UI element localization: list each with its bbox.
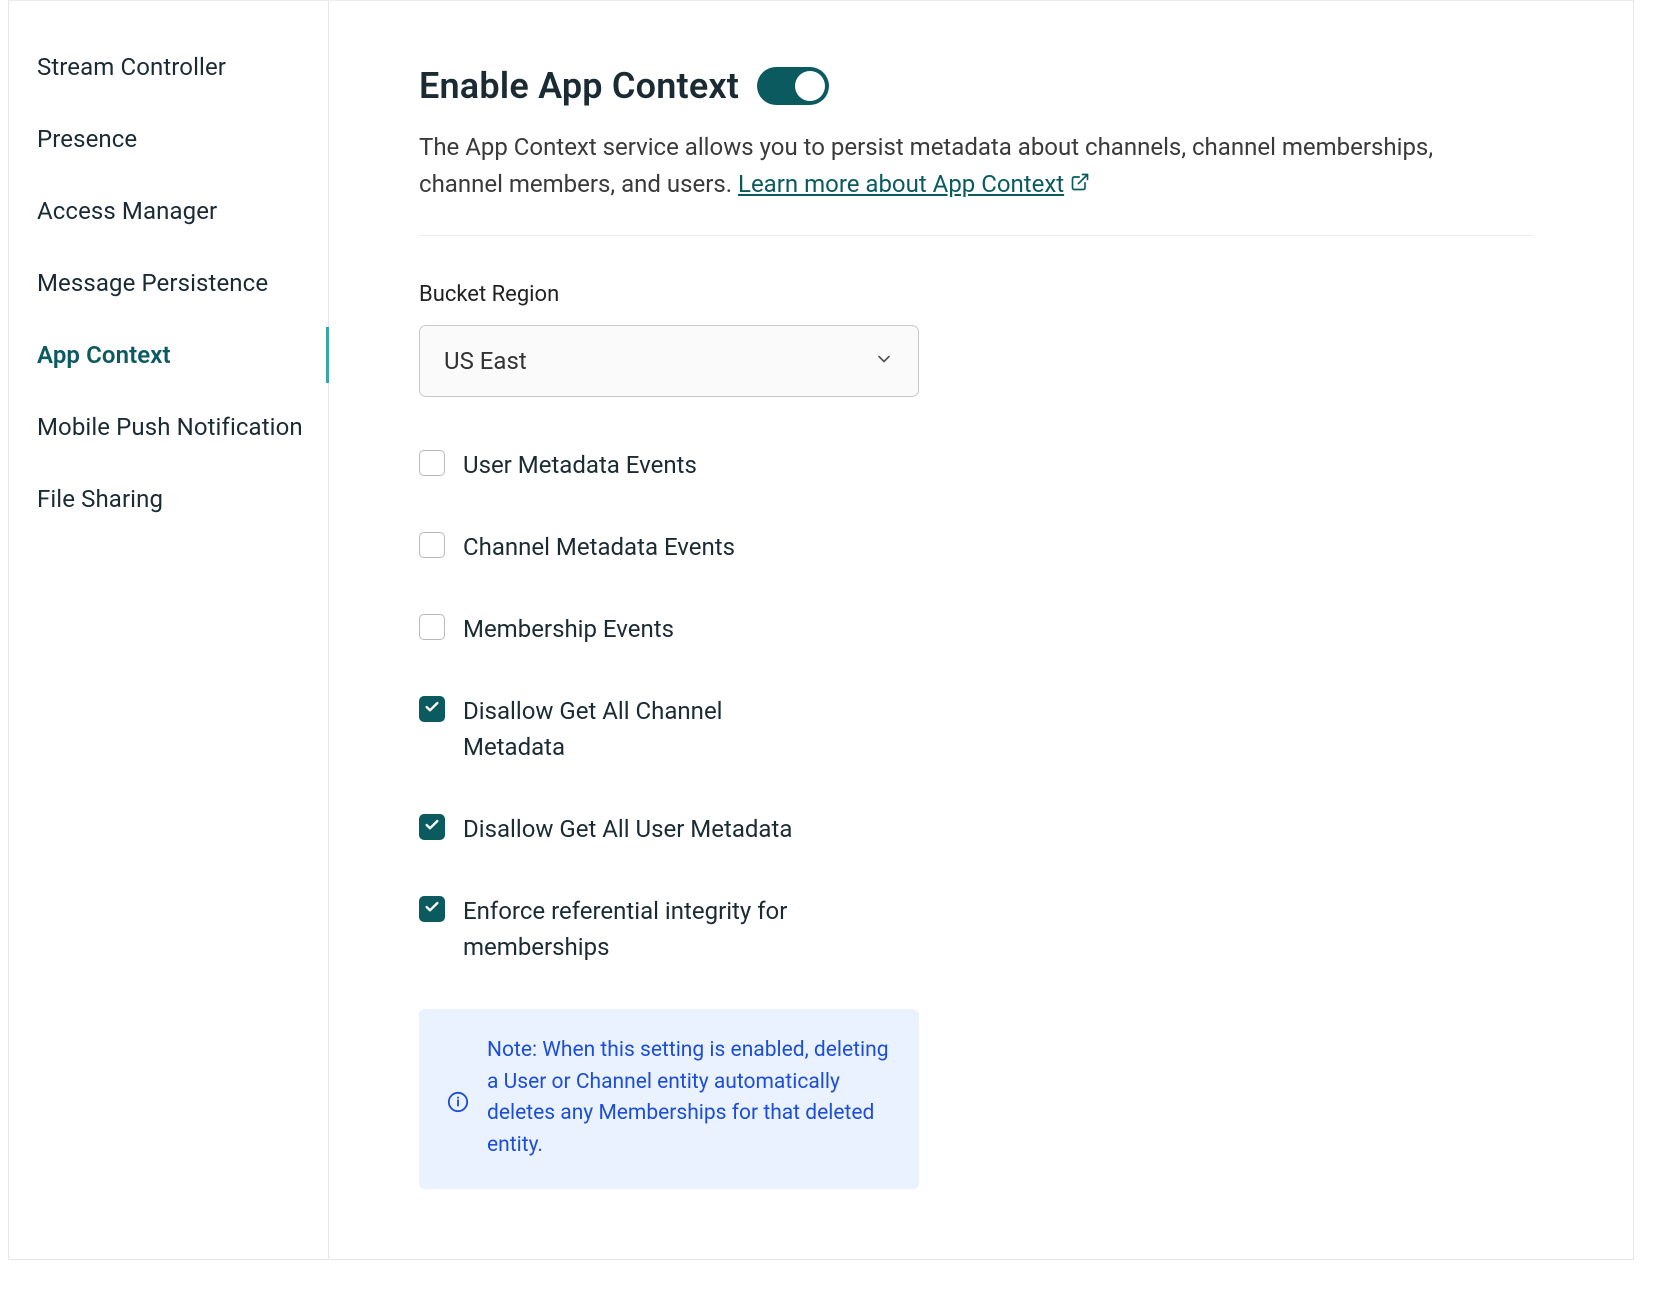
title-row: Enable App Context xyxy=(419,65,1533,107)
checkbox-enforce-referential-integrity[interactable]: Enforce referential integrity for member… xyxy=(419,893,1533,965)
info-icon xyxy=(447,1091,469,1117)
sidebar-item-stream-controller[interactable]: Stream Controller xyxy=(37,31,328,103)
main-content: Enable App Context The App Context servi… xyxy=(329,1,1633,1259)
chevron-down-icon xyxy=(874,347,894,375)
bucket-region-select[interactable]: US East xyxy=(419,325,919,397)
sidebar-item-presence[interactable]: Presence xyxy=(37,103,328,175)
checkbox-label: Enforce referential integrity for member… xyxy=(463,893,823,965)
bucket-region-label: Bucket Region xyxy=(419,282,1533,307)
learn-more-link[interactable]: Learn more about App Context xyxy=(738,166,1090,203)
toggle-knob xyxy=(795,71,825,101)
bucket-region-value: US East xyxy=(444,347,527,375)
bucket-region-field: Bucket Region US East xyxy=(419,282,1533,397)
checkbox-box xyxy=(419,614,445,640)
note-box: Note: When this setting is enabled, dele… xyxy=(419,1009,919,1189)
sidebar: Stream Controller Presence Access Manage… xyxy=(9,1,329,1259)
checkbox-user-metadata-events[interactable]: User Metadata Events xyxy=(419,447,1533,483)
check-icon xyxy=(424,817,440,837)
checkbox-label: User Metadata Events xyxy=(463,447,697,483)
divider xyxy=(419,235,1533,236)
checkbox-channel-metadata-events[interactable]: Channel Metadata Events xyxy=(419,529,1533,565)
checkbox-box xyxy=(419,532,445,558)
checkbox-box xyxy=(419,450,445,476)
check-icon xyxy=(424,699,440,719)
sidebar-item-mobile-push-notification[interactable]: Mobile Push Notification xyxy=(37,391,328,463)
checkbox-list: User Metadata Events Channel Metadata Ev… xyxy=(419,447,1533,965)
checkbox-label: Disallow Get All User Metadata xyxy=(463,811,792,847)
settings-panel: Stream Controller Presence Access Manage… xyxy=(8,0,1634,1260)
sidebar-item-file-sharing[interactable]: File Sharing xyxy=(37,463,328,535)
checkbox-box xyxy=(419,814,445,840)
page-title: Enable App Context xyxy=(419,65,739,107)
description: The App Context service allows you to pe… xyxy=(419,129,1519,203)
checkbox-label: Channel Metadata Events xyxy=(463,529,735,565)
sidebar-item-access-manager[interactable]: Access Manager xyxy=(37,175,328,247)
check-icon xyxy=(424,899,440,919)
checkbox-box xyxy=(419,696,445,722)
sidebar-item-app-context[interactable]: App Context xyxy=(37,319,328,391)
checkbox-label: Membership Events xyxy=(463,611,674,647)
checkbox-disallow-get-all-channel-metadata[interactable]: Disallow Get All Channel Metadata xyxy=(419,693,1533,765)
enable-app-context-toggle[interactable] xyxy=(757,67,829,105)
checkbox-box xyxy=(419,896,445,922)
checkbox-membership-events[interactable]: Membership Events xyxy=(419,611,1533,647)
learn-more-label: Learn more about App Context xyxy=(738,166,1064,203)
checkbox-disallow-get-all-user-metadata[interactable]: Disallow Get All User Metadata xyxy=(419,811,1533,847)
note-text: Note: When this setting is enabled, dele… xyxy=(487,1035,891,1161)
sidebar-item-message-persistence[interactable]: Message Persistence xyxy=(37,247,328,319)
checkbox-label: Disallow Get All Channel Metadata xyxy=(463,693,823,765)
external-link-icon xyxy=(1070,166,1090,203)
